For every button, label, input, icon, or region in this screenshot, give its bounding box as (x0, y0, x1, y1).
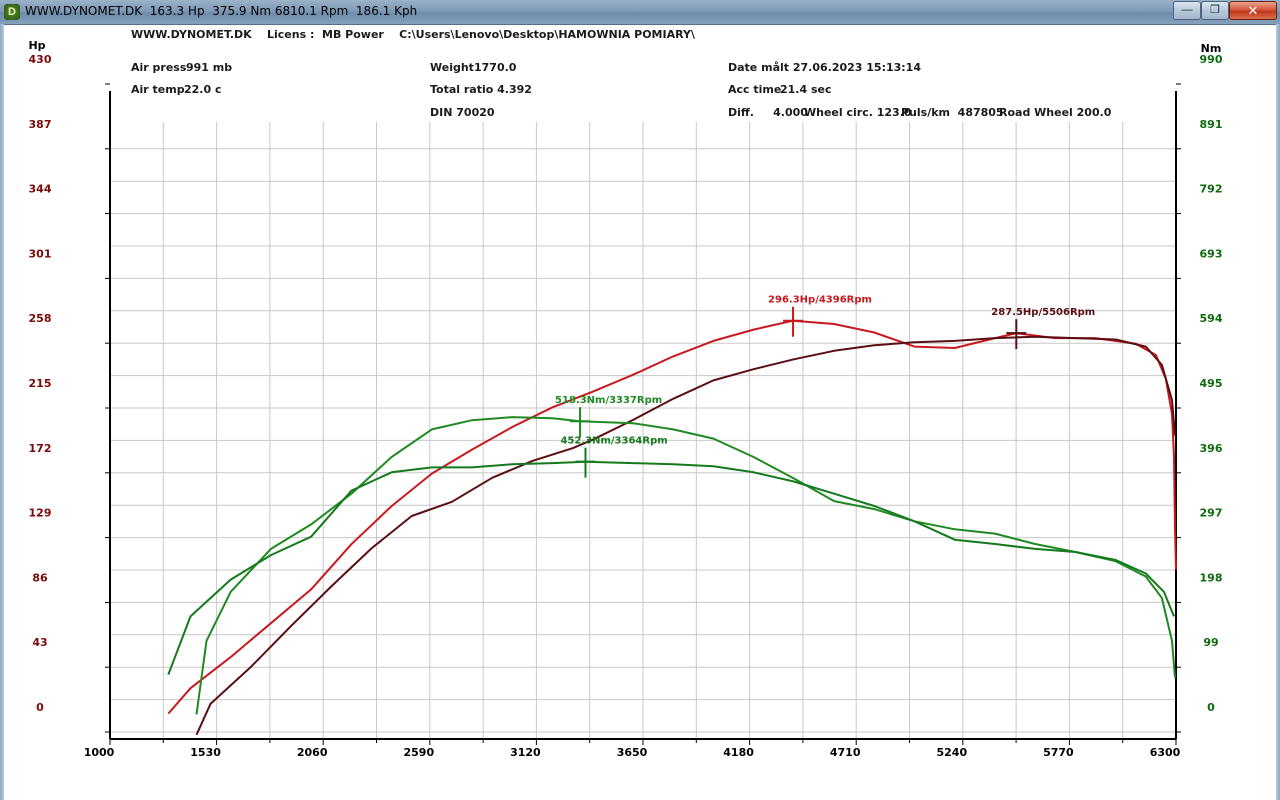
peak-label: 296.3Hp/4396Rpm (768, 295, 872, 306)
y-right-tick-label: 594 (1200, 312, 1223, 325)
y-right-tick-label: 693 (1200, 247, 1223, 260)
right-axis-title: Nm (1201, 42, 1222, 55)
y-left-tick-label: 301 (29, 247, 52, 260)
y-right-tick-label: 396 (1200, 442, 1223, 455)
x-tick-label: 5240 (936, 746, 967, 759)
peak-label: 518.3Nm/3337Rpm (555, 395, 662, 406)
y-left-tick-label: 387 (29, 118, 52, 131)
x-tick-label: 1000 (84, 746, 115, 759)
y-right-tick-label: 792 (1200, 183, 1223, 196)
y-left-tick-label: 258 (29, 312, 52, 325)
x-tick-label: 3650 (617, 746, 648, 759)
annotations: 296.3Hp/4396Rpm 287.5Hp/5506Rpm 518.3Nm/33… (555, 295, 1095, 478)
y-right-tick-label: 198 (1200, 571, 1223, 584)
y-left-tick-label: 129 (29, 507, 52, 520)
x-tick-label: 2590 (403, 746, 434, 759)
x-tick-label: 1530 (190, 746, 221, 759)
peak-label: 452.3Nm/3364Rpm (560, 436, 667, 447)
y-left-tick-label: 43 (32, 636, 47, 649)
y-right-tick-label: 891 (1200, 118, 1223, 131)
series-layer (167, 319, 1177, 736)
x-tick-label: 4710 (830, 746, 861, 759)
power-curve-stock (195, 335, 1176, 736)
peak-label: 287.5Hp/5506Rpm (991, 307, 1095, 318)
x-tick-label: 5770 (1043, 746, 1074, 759)
y-left-tick-label: 430 (29, 53, 52, 66)
y-right-tick-label: 495 (1200, 377, 1223, 390)
y-left-tick-label: 86 (32, 571, 48, 584)
x-tick-label: 4180 (723, 746, 754, 759)
left-axis-title: Hp (28, 39, 45, 52)
y-right-tick-label: 0 (1207, 701, 1215, 714)
x-tick-label: 3120 (510, 746, 541, 759)
y-left-tick-label: 344 (29, 183, 52, 196)
x-tick-label: 2060 (297, 746, 328, 759)
y-right-tick-label: 99 (1203, 636, 1218, 649)
y-left-tick-label: 172 (29, 442, 52, 455)
dyno-chart: 1000 1530 2060 2590 3120 3650 4180 4710 5240 5770… (28, 39, 1223, 759)
y-left-tick-label: 0 (36, 701, 44, 714)
torque-curve-stock (167, 460, 1175, 675)
y-right-tick-label: 297 (1200, 507, 1223, 520)
y-left-tick-label: 215 (29, 377, 52, 390)
torque-curve-tuned (195, 416, 1176, 715)
x-tick-label: 6300 (1150, 746, 1181, 759)
